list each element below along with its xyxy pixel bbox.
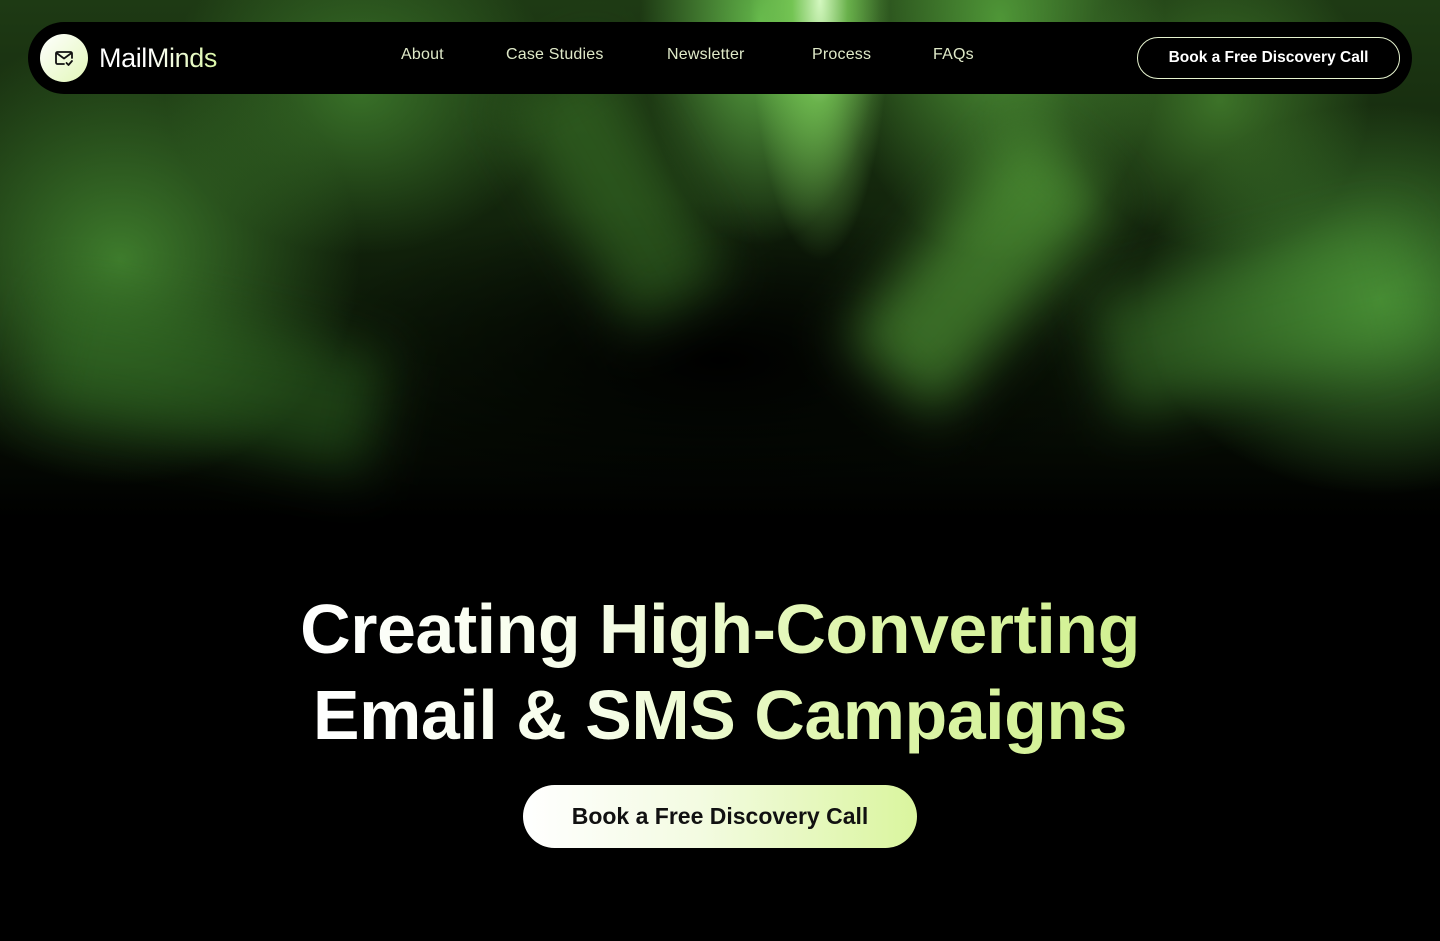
hero-title-line-2: Email & SMS Campaigns	[313, 672, 1128, 758]
nav-link-process[interactable]: Process	[812, 46, 871, 64]
brand-name: MailMinds	[99, 42, 217, 73]
nav-link-about[interactable]: About	[401, 46, 444, 64]
hero-book-call-button[interactable]: Book a Free Discovery Call	[523, 785, 917, 848]
brand-logo[interactable]: MailMinds	[40, 34, 217, 82]
top-navbar: MailMinds About Case Studies Newsletter …	[28, 22, 1412, 94]
nav-link-newsletter[interactable]: Newsletter	[667, 46, 745, 64]
nav-link-case-studies[interactable]: Case Studies	[506, 46, 604, 64]
nav-link-faqs[interactable]: FAQs	[933, 46, 974, 64]
hero-title: Creating High-Converting Email & SMS Cam…	[0, 586, 1440, 758]
mail-check-icon	[40, 34, 88, 82]
hero-title-line-1: Creating High-Converting	[300, 586, 1140, 672]
nav-book-call-button[interactable]: Book a Free Discovery Call	[1137, 37, 1400, 79]
hero-section: Creating High-Converting Email & SMS Cam…	[0, 0, 1440, 941]
